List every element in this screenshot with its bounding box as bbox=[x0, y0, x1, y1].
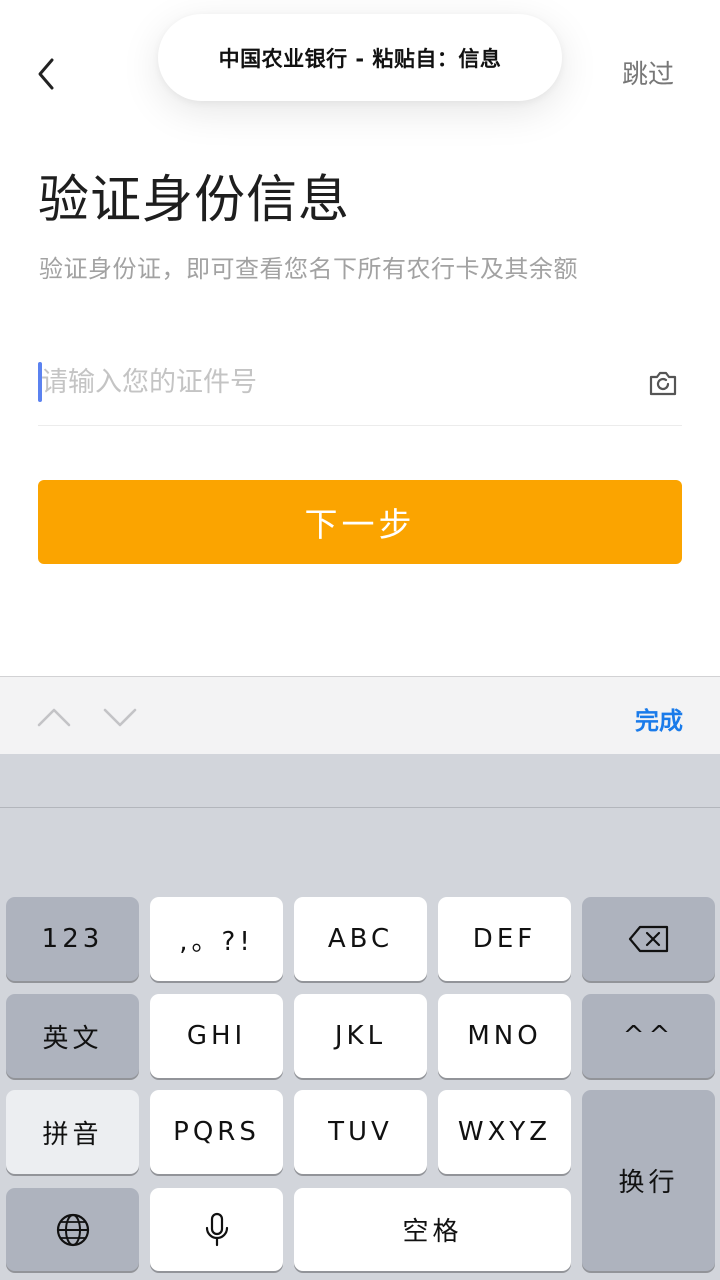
key-pinyin[interactable]: 拼音 bbox=[6, 1090, 139, 1174]
keyboard: 123 ,。?! ABC DEF 英文 GHI JKL MNO ^^ 拼音 PQ… bbox=[0, 754, 720, 1280]
id-number-input[interactable] bbox=[38, 352, 628, 412]
next-field-button[interactable] bbox=[102, 699, 138, 735]
chevron-left-icon bbox=[38, 58, 54, 90]
key-tuv[interactable]: TUV bbox=[294, 1090, 427, 1174]
globe-key[interactable] bbox=[6, 1188, 139, 1271]
microphone-key[interactable] bbox=[150, 1188, 283, 1271]
key-mno[interactable]: MNO bbox=[438, 994, 571, 1078]
paste-notification-banner: 中国农业银行 - 粘贴自：信息 bbox=[158, 14, 562, 101]
key-def[interactable]: DEF bbox=[438, 897, 571, 981]
globe-icon bbox=[56, 1213, 89, 1246]
previous-field-button[interactable] bbox=[36, 699, 72, 735]
key-punctuation[interactable]: ,。?! bbox=[150, 897, 283, 981]
delete-key[interactable] bbox=[582, 897, 715, 981]
key-wxyz[interactable]: WXYZ bbox=[438, 1090, 571, 1174]
chevron-down-icon bbox=[103, 708, 137, 727]
done-button[interactable]: 完成 bbox=[635, 701, 683, 736]
return-key[interactable]: 换行 bbox=[582, 1090, 715, 1271]
key-abc[interactable]: ABC bbox=[294, 897, 427, 981]
microphone-icon bbox=[205, 1212, 228, 1246]
key-english[interactable]: 英文 bbox=[6, 994, 139, 1078]
candidate-bar bbox=[0, 754, 720, 808]
text-cursor bbox=[38, 362, 42, 402]
page-title: 验证身份信息 bbox=[38, 171, 351, 230]
skip-button[interactable]: 跳过 bbox=[622, 54, 674, 91]
next-step-button[interactable]: 下一步 bbox=[38, 480, 682, 564]
key-123[interactable]: 123 bbox=[6, 897, 139, 981]
space-key[interactable]: 空格 bbox=[294, 1188, 571, 1271]
page-subtitle: 验证身份证，即可查看您名下所有农行卡及其余额 bbox=[39, 255, 578, 283]
scan-id-button[interactable] bbox=[648, 368, 678, 398]
key-emoticon[interactable]: ^^ bbox=[582, 994, 715, 1078]
backspace-icon bbox=[628, 925, 668, 953]
id-number-field-row bbox=[38, 344, 682, 426]
back-button[interactable] bbox=[26, 50, 66, 98]
key-ghi[interactable]: GHI bbox=[150, 994, 283, 1078]
key-jkl[interactable]: JKL bbox=[294, 994, 427, 1078]
camera-icon bbox=[649, 371, 677, 396]
key-pqrs[interactable]: PQRS bbox=[150, 1090, 283, 1174]
chevron-up-icon bbox=[37, 708, 71, 727]
keyboard-accessory-bar: 完成 bbox=[0, 676, 720, 754]
